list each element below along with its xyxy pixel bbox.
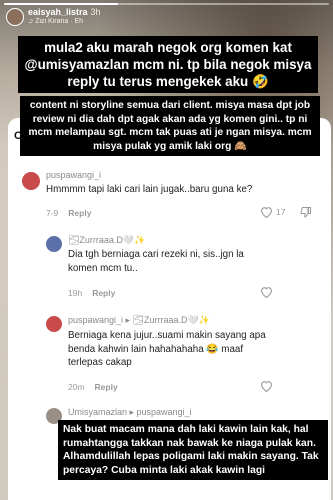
story-music-label[interactable]: ♫ Zizi Kirana · Eh — [28, 18, 83, 25]
comment-time: 7-9 — [46, 208, 59, 218]
avatar[interactable] — [46, 236, 62, 252]
heart-icon — [260, 380, 273, 392]
comment-username[interactable]: puspawangi_i ▸ 🌫Zurrraaa.D🤍✨ — [68, 315, 210, 326]
comment-time: 20m — [68, 382, 85, 392]
story-time: 3h — [90, 7, 101, 17]
comment-text: Dia tgh berniaga cari rezeki ni, sis..jg… — [68, 249, 244, 274]
heart-icon — [260, 286, 273, 298]
like-count: 17 — [276, 207, 286, 217]
comment-time: 19h — [68, 288, 83, 298]
comment-text: Berniaga kena jujur..suami makin sayang … — [68, 330, 266, 368]
comment-username[interactable]: puspawangi_i — [46, 170, 101, 180]
comment-meta: 20m Reply — [68, 382, 118, 392]
avatar[interactable] — [46, 316, 62, 332]
thumbs-down-icon — [300, 206, 312, 220]
like-button[interactable]: 17 — [260, 206, 285, 218]
like-button[interactable] — [260, 286, 273, 298]
comment-text: Hmmmm tapi laki cari lain jugak..baru gu… — [46, 184, 253, 195]
reply-button[interactable]: Reply — [92, 288, 115, 298]
story-header: eaisyah_listra 3h ♫ Zizi Kirana · Eh — [0, 0, 333, 36]
comment-meta: 19h Reply — [68, 288, 115, 298]
comment-meta: 7-9 Reply — [46, 208, 91, 218]
comment-username[interactable]: 🌫Zurrraaa.D🤍✨ — [68, 235, 145, 246]
like-button[interactable] — [260, 380, 273, 392]
story-progress-bar — [4, 3, 329, 5]
story-username[interactable]: eaisyah_listra 3h — [28, 7, 101, 17]
story-caption-middle: content ni storyline semua dari client. … — [20, 96, 320, 156]
highlighted-reply-text: Nak buat macam mana dah laki kawin lain … — [58, 420, 328, 481]
reply-button[interactable]: Reply — [95, 382, 118, 392]
comment-username[interactable]: Umisyamazlan ▸ puspawangi_i — [68, 407, 192, 418]
story-user-avatar[interactable] — [6, 8, 24, 26]
story-caption-top: mula2 aku marah negok org komen kat @umi… — [18, 36, 318, 93]
dislike-button[interactable] — [300, 206, 312, 220]
heart-icon — [260, 206, 273, 218]
avatar[interactable] — [22, 172, 40, 190]
reply-button[interactable]: Reply — [68, 208, 91, 218]
story-progress-fill — [4, 3, 118, 5]
